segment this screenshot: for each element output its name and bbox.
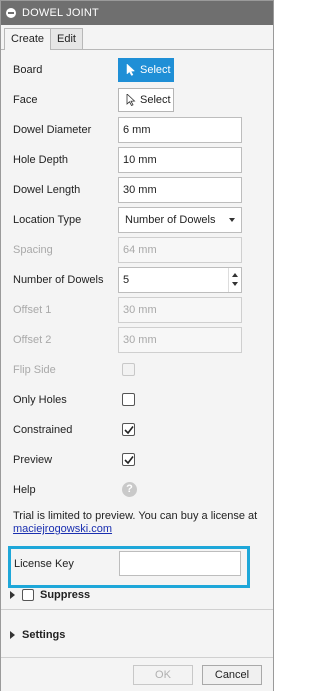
expand-triangle-icon[interactable] [10,631,15,639]
trial-notice: Trial is limited to preview. You can buy… [13,510,263,536]
dowel-length-row: Dowel Length [1,175,273,205]
constrained-label: Constrained [13,424,73,436]
dowel-diameter-input[interactable] [118,117,242,143]
only-holes-label: Only Holes [13,394,67,406]
tab-create[interactable]: Create [4,28,52,50]
stepper-down-icon[interactable] [232,282,238,286]
title-bar: DOWEL JOINT [1,1,273,25]
face-select-label: Select [140,94,171,106]
offset1-input [118,297,242,323]
preview-checkbox[interactable] [122,453,135,466]
cursor-arrow-icon [126,64,136,76]
hole-depth-input[interactable] [118,147,242,173]
offset2-label: Offset 2 [13,334,52,346]
offset2-input [118,327,242,353]
board-label: Board [13,64,43,76]
preview-row: Preview [1,445,273,475]
face-row: Face Select [1,85,273,115]
spacing-row: Spacing [1,235,273,265]
checkmark-icon [124,426,134,435]
offset1-row: Offset 1 [1,295,273,325]
suppress-label: Suppress [40,589,91,601]
checkmark-icon [124,456,134,465]
board-row: Board Select [1,55,273,85]
license-key-input[interactable] [119,551,241,576]
license-key-label: License Key [14,558,74,570]
flip-side-label: Flip Side [13,364,56,376]
panel-title: DOWEL JOINT [22,7,99,19]
dowel-diameter-row: Dowel Diameter [1,115,273,145]
only-holes-row: Only Holes [1,385,273,415]
location-type-dropdown[interactable]: Number of Dowels [118,207,242,233]
tab-edit[interactable]: Edit [50,28,83,49]
expand-triangle-icon[interactable] [10,591,15,599]
cancel-button[interactable]: Cancel [202,665,262,685]
ok-button[interactable]: OK [133,665,193,685]
license-key-highlight: License Key [8,546,250,588]
flip-side-row: Flip Side [1,355,273,385]
spacing-label: Spacing [13,244,53,256]
hole-depth-label: Hole Depth [13,154,69,166]
location-type-row: Location Type Number of Dowels [1,205,273,235]
dropdown-arrow-icon [229,218,235,222]
number-of-dowels-label: Number of Dowels [13,274,104,286]
hole-depth-row: Hole Depth [1,145,273,175]
create-tab-content: Board Select Face Select Dowel Diameter [1,50,273,610]
dowel-length-input[interactable] [118,177,242,203]
constrained-row: Constrained [1,415,273,445]
stepper-up-icon[interactable] [232,273,238,277]
dowel-diameter-label: Dowel Diameter [13,124,92,136]
spacing-input [118,237,242,263]
offset2-row: Offset 2 [1,325,273,355]
settings-label: Settings [22,629,66,641]
offset1-label: Offset 1 [13,304,52,316]
location-type-value: Number of Dowels [125,214,216,226]
stepper-arrows [228,268,241,292]
tab-bar: Create Edit [1,25,273,50]
cursor-arrow-icon [126,94,136,106]
board-select-button[interactable]: Select [118,58,174,82]
flip-side-checkbox [122,363,135,376]
collapse-icon[interactable] [6,8,16,18]
constrained-checkbox[interactable] [122,423,135,436]
face-select-button[interactable]: Select [118,88,174,112]
help-question-icon[interactable]: ? [122,482,137,497]
dowel-length-label: Dowel Length [13,184,81,196]
number-of-dowels-stepper[interactable]: 5 [118,267,242,293]
settings-group[interactable]: Settings [1,623,273,647]
suppress-checkbox[interactable] [22,589,34,601]
group-divider [1,609,273,610]
dowel-joint-panel: DOWEL JOINT Create Edit Board Select Fac… [0,0,274,691]
number-of-dowels-value: 5 [123,274,130,286]
help-label: Help [13,484,36,496]
suppress-group[interactable]: Suppress [1,583,273,607]
dialog-footer: OK Cancel [1,657,273,691]
only-holes-checkbox[interactable] [122,393,135,406]
face-label: Face [13,94,38,106]
help-row: Help ? [1,475,273,505]
number-of-dowels-row: Number of Dowels 5 [1,265,273,295]
trial-link[interactable]: maciejrogowski.com [13,523,112,535]
location-type-label: Location Type [13,214,82,226]
board-select-label: Select [140,64,171,76]
preview-label: Preview [13,454,53,466]
trial-text: Trial is limited to preview. You can buy… [13,510,258,522]
